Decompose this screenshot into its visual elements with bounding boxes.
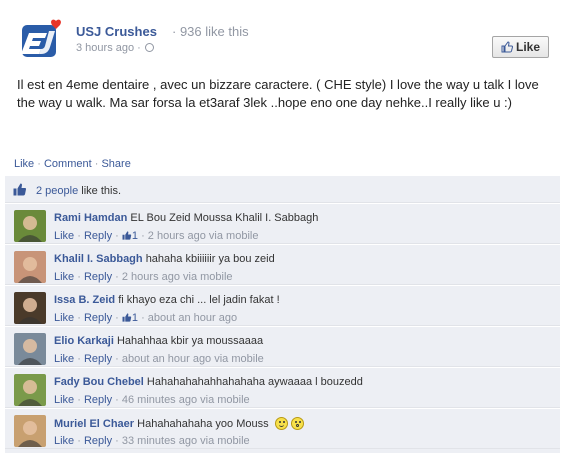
comment-meta: Like · Reply · about an hour ago via mob…	[54, 353, 264, 365]
page-name-link[interactable]: USJ Crushes	[76, 24, 157, 39]
thumbs-up-icon	[122, 231, 132, 240]
commenter-name[interactable]: Khalil I. Sabbagh	[54, 253, 143, 265]
likes-suffix: like this.	[81, 185, 122, 197]
commenter-name[interactable]: Muriel El Chaer	[54, 418, 134, 430]
comment-text: hahaha kbiiiiiir ya bou zeid	[145, 253, 275, 265]
commenter-name[interactable]: Issa B. Zeid	[54, 294, 115, 306]
comment-content: Issa B. Zeid fi khayo eza chi ... lel ja…	[54, 294, 280, 306]
page-like-count: · 936 like this	[172, 24, 249, 39]
comment-content: Fady Bou Chebel Hahahahahahhahahaha aywa…	[54, 376, 363, 388]
avatar[interactable]	[14, 333, 46, 365]
comment-text: EL Bou Zeid Moussa Khalil I. Sabbagh	[130, 212, 319, 224]
commenter-name[interactable]: Fady Bou Chebel	[54, 376, 144, 388]
comment: Issa B. Zeid fi khayo eza chi ... lel ja…	[5, 285, 560, 326]
comment-reply-link[interactable]: Reply	[84, 230, 112, 242]
comment-like-link[interactable]: Like	[54, 230, 74, 242]
comment-link[interactable]: Comment	[44, 158, 92, 170]
comment-like-link[interactable]: Like	[54, 271, 74, 283]
comment: Elio Karkaji Hahahhaa kbir ya moussaaaa L…	[5, 326, 560, 367]
comment-meta: Like · Reply · 46 minutes ago via mobile	[54, 394, 250, 406]
comment-meta: Like · Reply · 2 hours ago via mobile	[54, 271, 233, 283]
separator: ·	[94, 158, 99, 170]
surprised-emoticon	[290, 417, 304, 430]
globe-icon	[144, 43, 154, 52]
avatar[interactable]	[14, 374, 46, 406]
like-button-label: Like	[515, 40, 540, 54]
thumbs-up-icon	[122, 313, 132, 322]
avatar[interactable]	[14, 251, 46, 283]
likes-summary: 2 people like this.	[5, 176, 560, 203]
comment: Rami Hamdan EL Bou Zeid Moussa Khalil I.…	[5, 203, 560, 244]
avatar[interactable]	[14, 292, 46, 324]
page-like-button[interactable]: Like	[492, 36, 549, 58]
comment: Khalil I. Sabbagh hahaha kbiiiiiir ya bo…	[5, 244, 560, 285]
comment-time[interactable]: · 33 minutes ago via mobile	[115, 435, 250, 447]
like-link[interactable]: Like	[14, 158, 34, 170]
post-actions: Like · Comment · Share	[14, 158, 131, 170]
comment-time[interactable]: · 46 minutes ago via mobile	[115, 394, 250, 406]
comment-content: Muriel El Chaer Hahahahahaha yoo Mouss	[54, 417, 304, 430]
comment-time[interactable]: · about an hour ago	[141, 312, 237, 324]
comment-meta: Like · Reply · 33 minutes ago via mobile	[54, 435, 250, 447]
comment-reply-link[interactable]: Reply	[84, 271, 112, 283]
thumbs-up-icon	[501, 41, 513, 53]
comment-like-link[interactable]: Like	[54, 394, 74, 406]
comment-meta: Like · Reply · 1 · about an hour ago	[54, 312, 238, 324]
comment-text: fi khayo eza chi ... lel jadin fakat !	[118, 294, 280, 306]
smile-emoticon	[274, 417, 288, 430]
comment-text: Hahahhaa kbir ya moussaaaa	[116, 335, 264, 347]
comment-time[interactable]: · 2 hours ago via mobile	[141, 230, 258, 242]
commenter-name[interactable]: Elio Karkaji	[54, 335, 114, 347]
comment-text: Hahahahahaha yoo Mouss	[137, 418, 269, 430]
comment-text: Hahahahahahhahahaha aywaaaa l bouzedd	[146, 376, 363, 388]
comment-like-link[interactable]: Like	[54, 435, 74, 447]
comment-reply-link[interactable]: Reply	[84, 435, 112, 447]
separator: ·	[37, 158, 41, 170]
comment-content: Khalil I. Sabbagh hahaha kbiiiiiir ya bo…	[54, 253, 275, 265]
comment-content: Elio Karkaji Hahahhaa kbir ya moussaaaa	[54, 335, 263, 347]
thumbs-up-icon	[13, 183, 27, 196]
comment: Fady Bou Chebel Hahahahahahhahahaha aywa…	[5, 367, 560, 408]
comment-like-link[interactable]: Like	[54, 312, 74, 324]
share-link[interactable]: Share	[101, 158, 130, 170]
comment-like-count[interactable]: 1	[132, 312, 138, 324]
avatar[interactable]	[14, 415, 46, 447]
comment-reply-link[interactable]: Reply	[84, 394, 112, 406]
comment-meta: Like · Reply · 1 · 2 hours ago via mobil…	[54, 230, 259, 242]
comment-like-link[interactable]: Like	[54, 353, 74, 365]
commenter-name[interactable]: Rami Hamdan	[54, 212, 127, 224]
likers-link[interactable]: 2 people	[36, 185, 78, 197]
comment-reply-link[interactable]: Reply	[84, 353, 112, 365]
comments-section: 2 people like this. Rami Hamdan EL Bou Z…	[5, 176, 560, 453]
post-timestamp[interactable]: 3 hours ago ·	[76, 42, 154, 54]
comment-time[interactable]: · 2 hours ago via mobile	[115, 271, 232, 283]
comment-time[interactable]: · about an hour ago via mobile	[115, 353, 264, 365]
comment-content: Rami Hamdan EL Bou Zeid Moussa Khalil I.…	[54, 212, 318, 224]
facebook-post: USJ Crushes · 936 like this 3 hours ago …	[0, 0, 569, 453]
comment: Muriel El Chaer Hahahahahaha yoo Mouss L…	[5, 408, 560, 449]
avatar[interactable]	[14, 210, 46, 242]
comment-like-count[interactable]: 1	[132, 230, 138, 242]
comment-reply-link[interactable]: Reply	[84, 312, 112, 324]
usj-logo[interactable]	[20, 19, 64, 59]
post-time-text[interactable]: 3 hours ago ·	[76, 42, 141, 54]
post-body: Il est en 4eme dentaire , avec un bizzar…	[17, 77, 539, 110]
